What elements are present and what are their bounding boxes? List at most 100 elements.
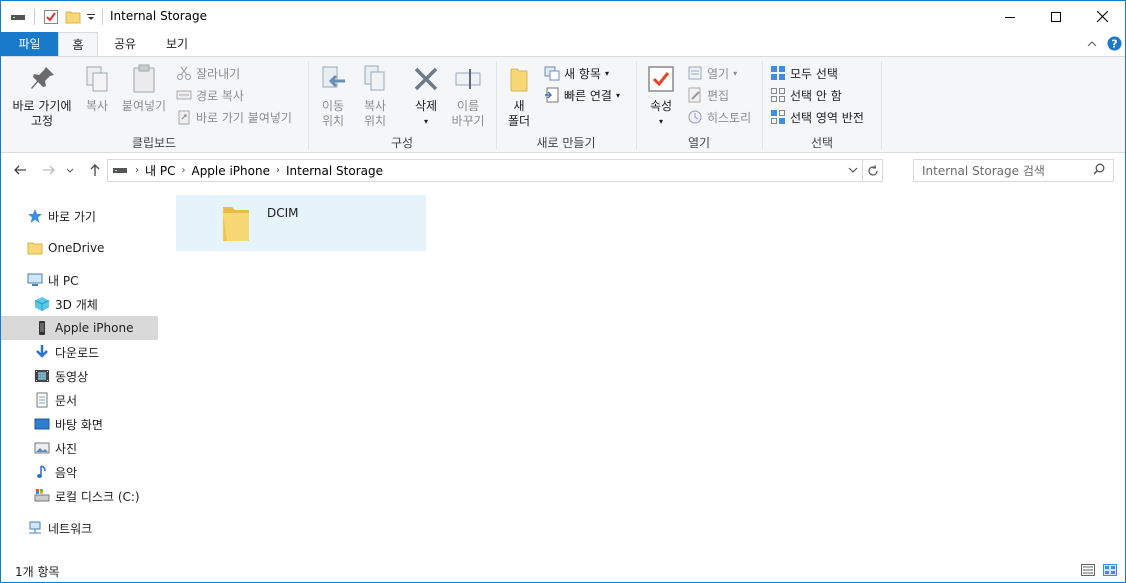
move-to-button[interactable]: 이동 위치 xyxy=(315,63,351,129)
history-button[interactable]: 히스토리 xyxy=(687,107,751,127)
details-view-icon[interactable] xyxy=(1081,564,1095,579)
chevron-right-icon: › xyxy=(275,165,280,176)
drive-icon xyxy=(34,488,50,504)
nav-label: 바로 가기 xyxy=(48,209,96,224)
nav-label: OneDrive xyxy=(48,241,105,255)
new-item-button[interactable]: 새 항목 ▾ xyxy=(544,63,609,83)
drive-icon xyxy=(11,8,25,26)
easy-access-label: 빠른 연결 xyxy=(564,88,612,103)
drive-icon xyxy=(113,164,127,178)
large-icons-view-icon[interactable] xyxy=(1103,564,1117,579)
cube-icon xyxy=(34,296,50,312)
copy-button[interactable]: 복사 xyxy=(81,63,113,114)
properties-icon xyxy=(645,63,677,95)
rename-button[interactable]: 이름 바꾸기 xyxy=(448,63,488,129)
select-all-icon xyxy=(770,65,786,81)
tab-home[interactable]: 홈 xyxy=(58,32,98,57)
nav-item-desktop[interactable]: 바탕 화면 xyxy=(1,412,158,436)
edit-icon xyxy=(687,87,703,103)
select-none-button[interactable]: 선택 안 함 xyxy=(770,85,842,105)
copy-path-button[interactable]: 경로 복사 xyxy=(176,85,244,105)
nav-item-documents[interactable]: 문서 xyxy=(1,388,158,412)
rename-label: 이름 바꾸기 xyxy=(451,99,485,128)
paste-button[interactable]: 붙여넣기 xyxy=(119,63,169,114)
select-all-button[interactable]: 모두 선택 xyxy=(770,63,838,83)
tab-share[interactable]: 공유 xyxy=(101,32,149,56)
nav-item-videos[interactable]: 동영상 xyxy=(1,364,158,388)
folder-item-dcim[interactable]: DCIM xyxy=(176,195,426,251)
breadcrumb-internal-storage[interactable]: Internal Storage xyxy=(286,164,383,178)
up-arrow-icon[interactable] xyxy=(87,162,103,178)
folder-icon xyxy=(27,240,43,256)
select-none-icon xyxy=(770,87,786,103)
ribbon: 바로 가기에 고정 복사 붙여넣기 잘라내기 경로 복사 바로 가기 붙여넣기 … xyxy=(1,56,1125,153)
breadcrumb-this-pc[interactable]: 내 PC xyxy=(145,162,175,179)
easy-access-button[interactable]: 빠른 연결 ▾ xyxy=(544,85,620,105)
nav-item-quick-access[interactable]: 바로 가기 xyxy=(1,204,158,228)
recent-locations-chevron-icon[interactable] xyxy=(65,162,75,178)
scissors-icon xyxy=(176,65,192,81)
paste-shortcut-button[interactable]: 바로 가기 붙여넣기 xyxy=(176,107,292,127)
collapse-ribbon-icon[interactable] xyxy=(1086,38,1098,52)
breadcrumb-apple-iphone[interactable]: Apple iPhone xyxy=(191,164,269,178)
address-dropdown-icon[interactable] xyxy=(848,164,858,178)
new-folder-button[interactable]: 새 폴더 xyxy=(503,63,535,129)
computer-icon xyxy=(27,272,43,288)
nav-label: 다운로드 xyxy=(55,345,100,360)
refresh-icon[interactable] xyxy=(862,160,882,181)
copy-path-icon xyxy=(176,87,192,103)
address-row: › 내 PC › Apple iPhone › Internal Storage… xyxy=(1,153,1125,188)
address-bar[interactable]: › 내 PC › Apple iPhone › Internal Storage xyxy=(107,159,883,182)
star-icon xyxy=(27,208,43,224)
copy-to-button[interactable]: 복사 위치 xyxy=(357,63,393,129)
search-placeholder: Internal Storage 검색 xyxy=(922,164,1045,178)
new-group-label: 새로 만들기 xyxy=(536,136,596,150)
nav-item-downloads[interactable]: 다운로드 xyxy=(1,340,158,364)
nav-label: 바탕 화면 xyxy=(55,417,103,432)
delete-button[interactable]: 삭제 ▾ xyxy=(408,63,444,129)
nav-label: 동영상 xyxy=(55,369,89,384)
nav-item-local-disk-c[interactable]: 로컬 디스크 (C:) xyxy=(1,484,158,508)
copy-icon xyxy=(81,63,113,95)
open-label: 열기 xyxy=(707,66,730,81)
music-icon xyxy=(34,464,50,480)
tab-view[interactable]: 보기 xyxy=(153,32,201,56)
forward-arrow-icon[interactable] xyxy=(41,162,57,178)
nav-item-music[interactable]: 음악 xyxy=(1,460,158,484)
search-box[interactable]: Internal Storage 검색 xyxy=(913,159,1114,182)
back-arrow-icon[interactable] xyxy=(12,162,28,178)
nav-item-3d-objects[interactable]: 3D 개체 xyxy=(1,292,158,316)
edit-button[interactable]: 편집 xyxy=(687,85,729,105)
help-icon[interactable]: ? xyxy=(1107,36,1122,54)
tab-file[interactable]: 파일 xyxy=(1,32,58,56)
history-label: 히스토리 xyxy=(707,110,752,125)
cut-button[interactable]: 잘라내기 xyxy=(176,63,240,83)
properties-quick-icon[interactable] xyxy=(43,8,59,26)
new-folder-icon xyxy=(503,63,535,95)
select-none-label: 선택 안 함 xyxy=(790,88,842,103)
open-button[interactable]: 열기 ▾ xyxy=(687,63,737,83)
title-bar: Internal Storage xyxy=(1,1,1125,32)
invert-selection-button[interactable]: 선택 영역 반전 xyxy=(770,107,864,127)
pin-quick-access-button[interactable]: 바로 가기에 고정 xyxy=(7,63,77,129)
nav-item-pictures[interactable]: 사진 xyxy=(1,436,158,460)
nav-item-onedrive[interactable]: OneDrive xyxy=(1,236,158,260)
new-folder-quick-icon[interactable] xyxy=(65,8,81,26)
nav-item-this-pc[interactable]: 내 PC xyxy=(1,268,158,292)
maximize-button[interactable] xyxy=(1033,1,1079,32)
minimize-button[interactable] xyxy=(987,1,1033,32)
rename-icon xyxy=(452,63,484,95)
clipboard-group-label: 클립보드 xyxy=(131,136,177,150)
nav-item-apple-iphone[interactable]: Apple iPhone xyxy=(1,316,158,340)
picture-icon xyxy=(34,440,50,456)
properties-button[interactable]: 속성 ▾ xyxy=(644,63,678,129)
new-item-icon xyxy=(544,65,560,81)
customize-quick-access-icon[interactable] xyxy=(86,8,96,26)
close-button[interactable] xyxy=(1079,1,1125,32)
move-to-label: 이동 위치 xyxy=(321,99,345,128)
open-group-label: 열기 xyxy=(687,136,711,150)
item-count: 1개 항목 xyxy=(15,565,60,579)
clipboard-icon xyxy=(128,63,160,95)
search-icon[interactable] xyxy=(1093,163,1105,178)
nav-item-network[interactable]: 네트워크 xyxy=(1,516,158,540)
